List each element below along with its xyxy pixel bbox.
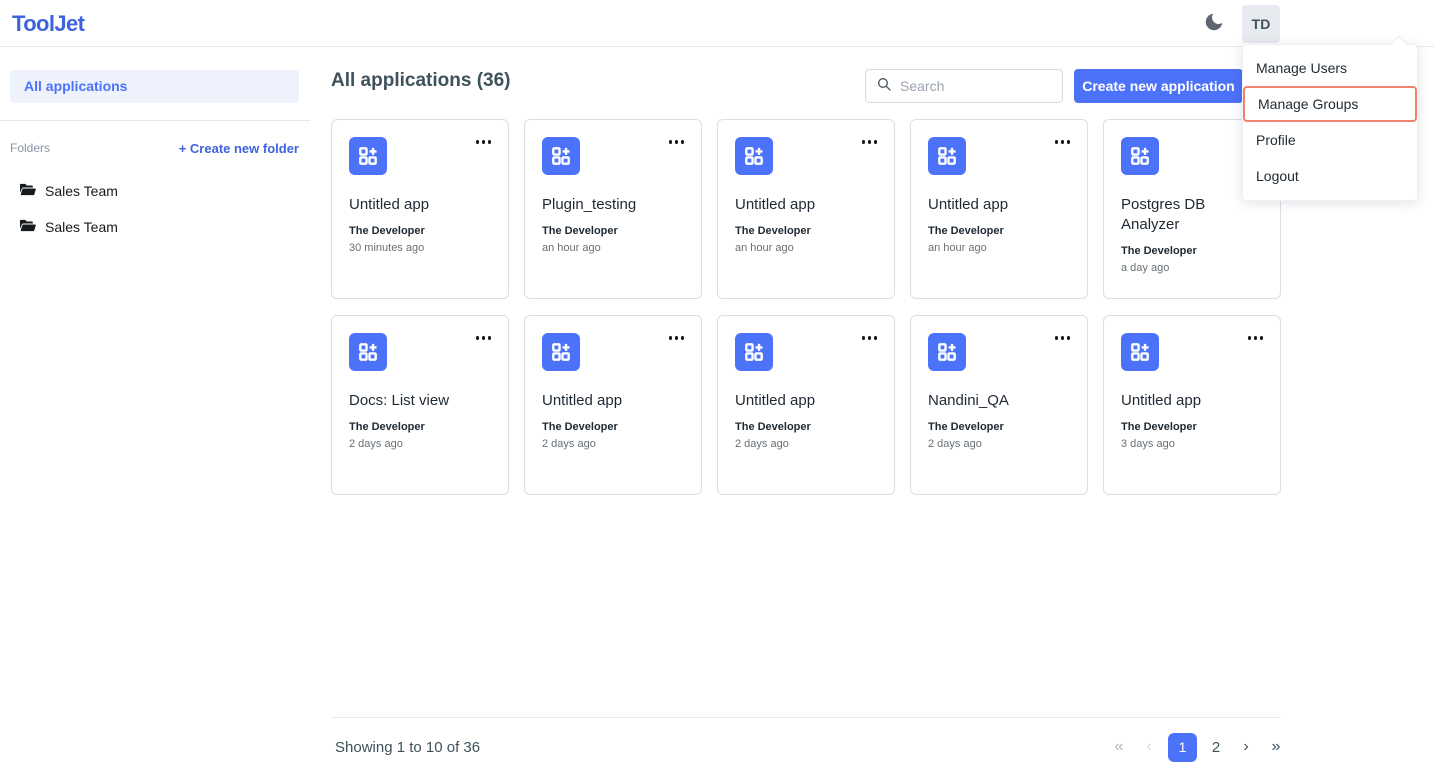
folders-label: Folders [10,141,50,155]
card-menu-icon[interactable] [1246,332,1266,344]
app-updated: an hour ago [542,242,684,254]
sidebar-item-all-applications[interactable]: All applications [10,70,299,103]
menu-item-manage-users[interactable]: Manage Users [1243,50,1417,86]
create-new-application-button[interactable]: Create new application [1074,69,1243,103]
folder-item-sales-team-2[interactable]: Sales Team [20,219,118,235]
app-updated: 2 days ago [928,438,1070,450]
app-author: The Developer [928,421,1070,433]
app-icon [542,137,580,175]
moon-icon [1203,11,1225,38]
pagination: « ‹ 1 2 › » [1108,732,1287,762]
user-dropdown-menu: Manage Users Manage Groups Profile Logou… [1242,44,1418,201]
app-name: Untitled app [349,195,491,215]
app-updated: 2 days ago [542,438,684,450]
search-icon [876,76,892,97]
footer-divider [331,717,1281,718]
app-icon [1121,333,1159,371]
app-updated: 2 days ago [735,438,877,450]
app-updated: 30 minutes ago [349,242,491,254]
card-menu-icon[interactable] [474,136,494,148]
app-author: The Developer [735,421,877,433]
create-new-folder-link[interactable]: + Create new folder [179,141,299,156]
app-card[interactable]: Docs: List view The Developer 2 days ago [331,315,509,495]
app-card[interactable]: Untitled app The Developer an hour ago [717,119,895,299]
app-author: The Developer [349,225,491,237]
app-name: Docs: List view [349,391,491,411]
app-card[interactable]: Untitled app The Developer 2 days ago [524,315,702,495]
card-menu-icon[interactable] [1053,136,1073,148]
app-icon [735,137,773,175]
folder-icon [20,183,36,199]
pagination-last-button[interactable]: » [1265,732,1287,762]
app-name: Untitled app [1121,391,1263,411]
app-name: Untitled app [928,195,1070,215]
menu-item-profile[interactable]: Profile [1243,122,1417,158]
search-box[interactable] [865,69,1063,103]
app-card[interactable]: Plugin_testing The Developer an hour ago [524,119,702,299]
card-menu-icon[interactable] [667,332,687,344]
folder-icon [20,219,36,235]
sidebar-divider [0,120,310,121]
pagination-next-button[interactable]: › [1235,732,1257,762]
top-header: ToolJet TD [0,0,1434,47]
app-icon [735,333,773,371]
search-input[interactable] [900,78,1040,94]
app-card[interactable]: Untitled app The Developer 3 days ago [1103,315,1281,495]
menu-item-logout[interactable]: Logout [1243,158,1417,194]
folder-item-sales-team-1[interactable]: Sales Team [20,183,118,199]
app-updated: 2 days ago [349,438,491,450]
app-author: The Developer [1121,421,1263,433]
app-card[interactable]: Untitled app The Developer 30 minutes ag… [331,119,509,299]
app-author: The Developer [928,225,1070,237]
app-author: The Developer [1121,245,1263,257]
card-menu-icon[interactable] [860,332,880,344]
app-updated: an hour ago [735,242,877,254]
all-applications-label: All applications [10,70,299,103]
pagination-summary: Showing 1 to 10 of 36 [335,739,480,756]
app-author: The Developer [542,225,684,237]
app-icon [1121,137,1159,175]
card-menu-icon[interactable] [860,136,880,148]
card-menu-icon[interactable] [474,332,494,344]
card-menu-icon[interactable] [1053,332,1073,344]
app-author: The Developer [349,421,491,433]
pagination-page-1[interactable]: 1 [1168,733,1197,762]
app-icon [349,137,387,175]
folder-name: Sales Team [45,219,118,235]
app-card[interactable]: Untitled app The Developer 2 days ago [717,315,895,495]
app-name: Plugin_testing [542,195,684,215]
app-updated: 3 days ago [1121,438,1263,450]
tooljet-logo[interactable]: ToolJet [12,11,84,37]
pagination-page-2[interactable]: 2 [1205,732,1227,762]
pagination-prev-button[interactable]: ‹ [1138,732,1160,762]
app-card[interactable]: Untitled app The Developer an hour ago [910,119,1088,299]
app-name: Untitled app [735,391,877,411]
app-card[interactable]: Nandini_QA The Developer 2 days ago [910,315,1088,495]
app-updated: a day ago [1121,262,1263,274]
app-icon [928,333,966,371]
dark-mode-toggle[interactable] [1201,11,1227,37]
folder-name: Sales Team [45,183,118,199]
app-grid: Untitled app The Developer 30 minutes ag… [331,119,1281,495]
app-updated: an hour ago [928,242,1070,254]
menu-item-manage-groups[interactable]: Manage Groups [1243,86,1417,122]
app-name: Postgres DB Analyzer [1121,195,1263,235]
folders-header: Folders + Create new folder [10,139,299,157]
app-name: Untitled app [735,195,877,215]
user-avatar[interactable]: TD [1242,5,1280,43]
app-icon [542,333,580,371]
pagination-first-button[interactable]: « [1108,732,1130,762]
app-name: Nandini_QA [928,391,1070,411]
page-title: All applications (36) [331,70,510,92]
app-icon [928,137,966,175]
app-icon [349,333,387,371]
app-author: The Developer [542,421,684,433]
app-author: The Developer [735,225,877,237]
app-name: Untitled app [542,391,684,411]
card-menu-icon[interactable] [667,136,687,148]
